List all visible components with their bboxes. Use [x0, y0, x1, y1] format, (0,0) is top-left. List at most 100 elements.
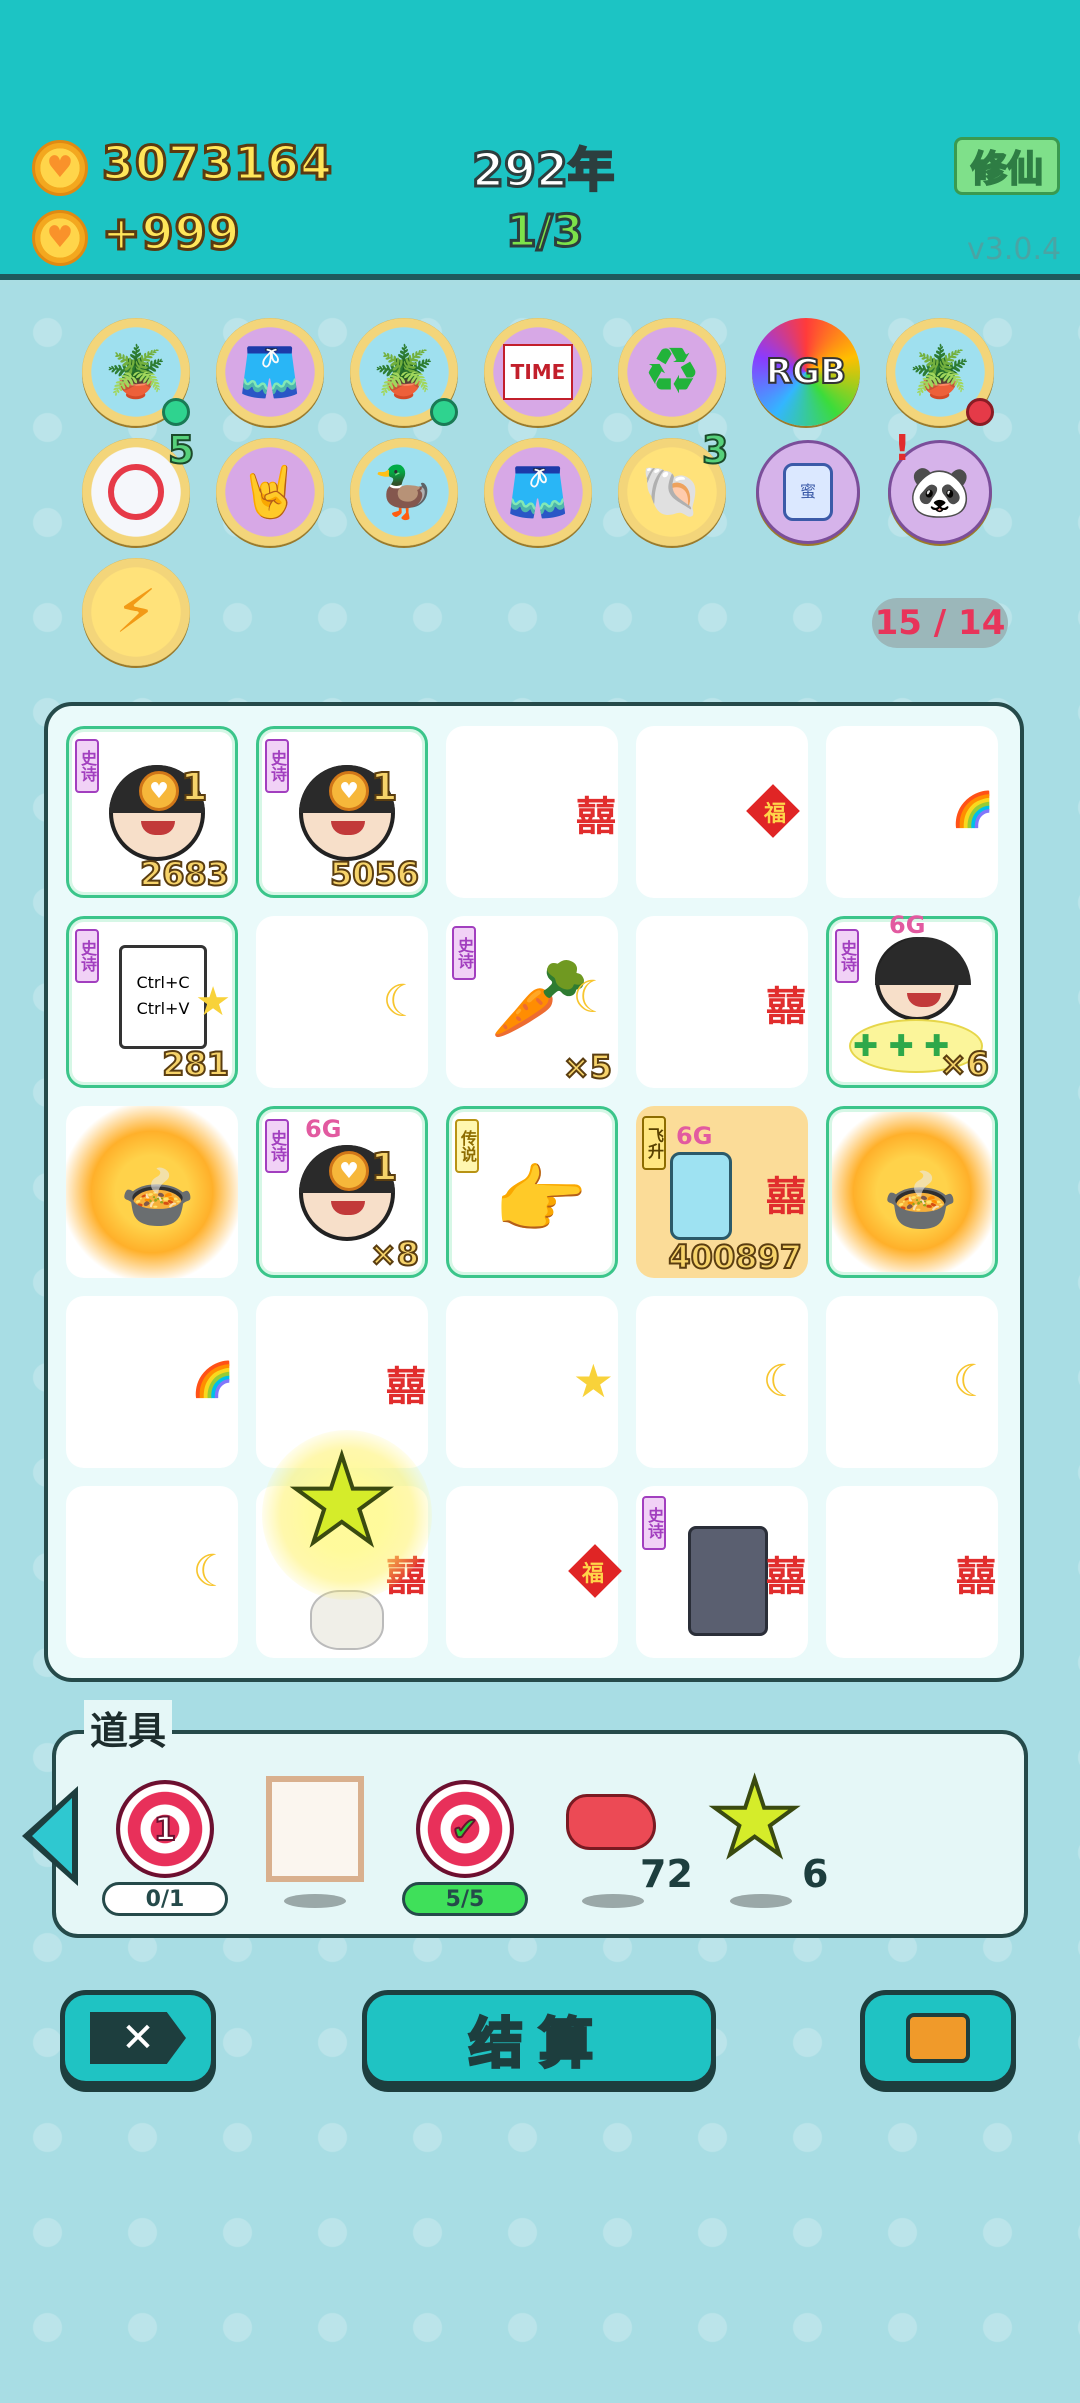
board-cell[interactable]: 史诗 🥕 ☾ ×5 — [446, 916, 618, 1088]
moon-icon: ☾ — [572, 972, 612, 1023]
game-board: 史诗 ♥ 1 2683 史诗 ♥ 1 5056 囍 福 🌈 史诗 Ctrl+C … — [44, 702, 1024, 1682]
board-cell[interactable]: 史诗 ♥ 1 2683 — [66, 726, 238, 898]
tool-progress: 0/1 — [102, 1882, 228, 1916]
crown-level: 6G — [889, 911, 926, 939]
skirt-icon[interactable]: 🩳 — [484, 438, 592, 546]
board-cell[interactable]: 福 — [446, 1486, 622, 1658]
epic-tag: 史诗 — [75, 929, 99, 983]
coin-bonus: 1 — [180, 764, 208, 810]
heart-coin-icon: ♥ — [329, 1151, 369, 1191]
frame-icon[interactable] — [266, 1776, 364, 1882]
board-cell[interactable]: 史诗 6G ♥ 1 ×8 — [256, 1106, 428, 1278]
cell-value: ×8 — [369, 1234, 420, 1274]
crown-level: 6G — [676, 1122, 713, 1150]
time-magazine-icon[interactable]: TIME — [484, 318, 592, 426]
double-happiness-icon: 囍 — [766, 1554, 806, 1600]
double-happiness-icon: 囍 — [956, 1554, 996, 1600]
epic-tag: 史诗 — [265, 739, 289, 793]
recycle-icon[interactable]: ♻ — [618, 318, 726, 426]
minus-count: 5 — [167, 427, 195, 473]
moon-icon: ☾ — [192, 1546, 232, 1597]
cultivation-button[interactable]: 修仙 — [954, 137, 1060, 195]
ascend-tag: 飞升 — [642, 1116, 666, 1170]
cell-value: 400897 — [667, 1237, 803, 1277]
badge-dot-green — [162, 398, 190, 426]
epic-tag: 史诗 — [75, 739, 99, 793]
board-cell[interactable]: ★ — [446, 1296, 618, 1468]
shell-count: 3 — [701, 427, 729, 473]
board-cell[interactable]: 史诗 Ctrl+C Ctrl+V ★ 281 — [66, 916, 238, 1088]
coin-bonus: 1 — [370, 1144, 398, 1190]
coin-total: 3073164 — [100, 135, 334, 192]
cell-value: 281 — [161, 1044, 230, 1084]
cell-value: ×5 — [562, 1047, 613, 1087]
star-icon: ★ — [286, 1430, 398, 1573]
coin-icon: ♥ — [32, 140, 88, 196]
skirt-icon[interactable]: 🩳 — [216, 318, 324, 426]
board-cell[interactable]: 囍 — [446, 726, 618, 898]
coin-income: +999 — [101, 205, 242, 262]
target-icon[interactable]: 1 — [116, 1780, 214, 1878]
arrow-left-icon[interactable] — [22, 1786, 78, 1886]
moon-icon: ☾ — [762, 1356, 802, 1407]
tool-count: 6 — [802, 1852, 829, 1896]
board-cell[interactable]: 囍 — [826, 1486, 998, 1658]
pot-icon: 🍲 — [883, 1166, 958, 1236]
moon-icon: ☾ — [952, 1356, 992, 1407]
copy-text: Ctrl+C — [136, 973, 190, 992]
board-cell[interactable]: 🌈 — [66, 1296, 238, 1468]
board-cell[interactable]: ☾ — [66, 1486, 238, 1658]
board-cell[interactable]: 史诗 6G ✚ ✚ ✚ ×6 — [826, 911, 998, 1088]
fridge-icon — [670, 1152, 732, 1240]
cell-value: ×6 — [939, 1044, 990, 1084]
board-cell[interactable]: 🍲 — [66, 1106, 238, 1278]
board-cell[interactable]: ☾ — [636, 1296, 808, 1468]
briefcase-icon — [906, 2013, 970, 2063]
tool-shadow — [730, 1894, 792, 1908]
fortune-text: 福 — [763, 802, 786, 827]
delete-icon: ✕ — [90, 2012, 186, 2064]
double-happiness-icon: 囍 — [576, 794, 616, 840]
liver-icon[interactable] — [566, 1794, 656, 1850]
double-happiness-icon: 囍 — [766, 1174, 806, 1220]
board-cell[interactable]: 史诗 囍 — [636, 1486, 808, 1658]
duck-pot-icon[interactable]: 🦆 — [350, 438, 458, 546]
epic-tag: 史诗 — [265, 1119, 289, 1173]
time-magazine-text: TIME — [502, 344, 574, 400]
tool-shadow — [284, 1894, 346, 1908]
delete-button[interactable]: ✕ — [60, 1990, 216, 2086]
crown-level: 6G — [305, 1115, 342, 1143]
tool-shadow — [582, 1894, 644, 1908]
heart-coin-icon: ♥ — [139, 771, 179, 811]
lightning-icon[interactable]: ⚡ — [82, 558, 190, 666]
board-cell[interactable]: 史诗 ♥ 1 5056 — [256, 726, 428, 898]
settle-button[interactable]: 结算 — [362, 1990, 716, 2086]
board-cell[interactable]: 福 — [636, 726, 808, 898]
star-icon: ★ — [195, 979, 231, 1025]
tool-count: 72 — [640, 1852, 693, 1896]
moon-icon: ☾ — [382, 976, 422, 1027]
income-coin-icon: ♥ — [32, 210, 88, 266]
board-cell[interactable]: 囍 — [636, 916, 808, 1088]
paste-text: Ctrl+V — [136, 999, 190, 1018]
tool-progress: 5/5 — [402, 1882, 528, 1916]
briefcase-button[interactable] — [860, 1990, 1016, 2086]
board-cell[interactable]: 🌈 — [826, 726, 998, 898]
fortune-text: 福 — [582, 1562, 605, 1587]
rock-hand-icon[interactable]: 🤘 — [216, 438, 324, 546]
star-icon[interactable]: ★ — [706, 1764, 803, 1872]
rgb-icon[interactable]: RGB — [752, 318, 860, 426]
board-cell[interactable]: ☾ — [826, 1296, 998, 1468]
target-check-icon[interactable]: ✔ — [416, 1780, 514, 1878]
jar-icon[interactable]: 蜜 — [756, 440, 860, 544]
board-cell[interactable]: 飞升 6G 囍 400897 — [636, 1106, 808, 1278]
rainbow-icon: 🌈 — [191, 1360, 234, 1400]
board-cell[interactable]: 🍲 — [826, 1106, 998, 1278]
epic-tag: 史诗 — [835, 929, 859, 983]
version-label: v3.0.4 — [967, 232, 1062, 267]
board-cell[interactable]: 传说 👉 — [446, 1106, 618, 1278]
epic-tag: 史诗 — [642, 1496, 666, 1550]
tools-title: 道具 — [84, 1700, 173, 1755]
board-cell[interactable]: ☾ — [256, 916, 428, 1088]
legend-tag: 传说 — [455, 1119, 479, 1173]
